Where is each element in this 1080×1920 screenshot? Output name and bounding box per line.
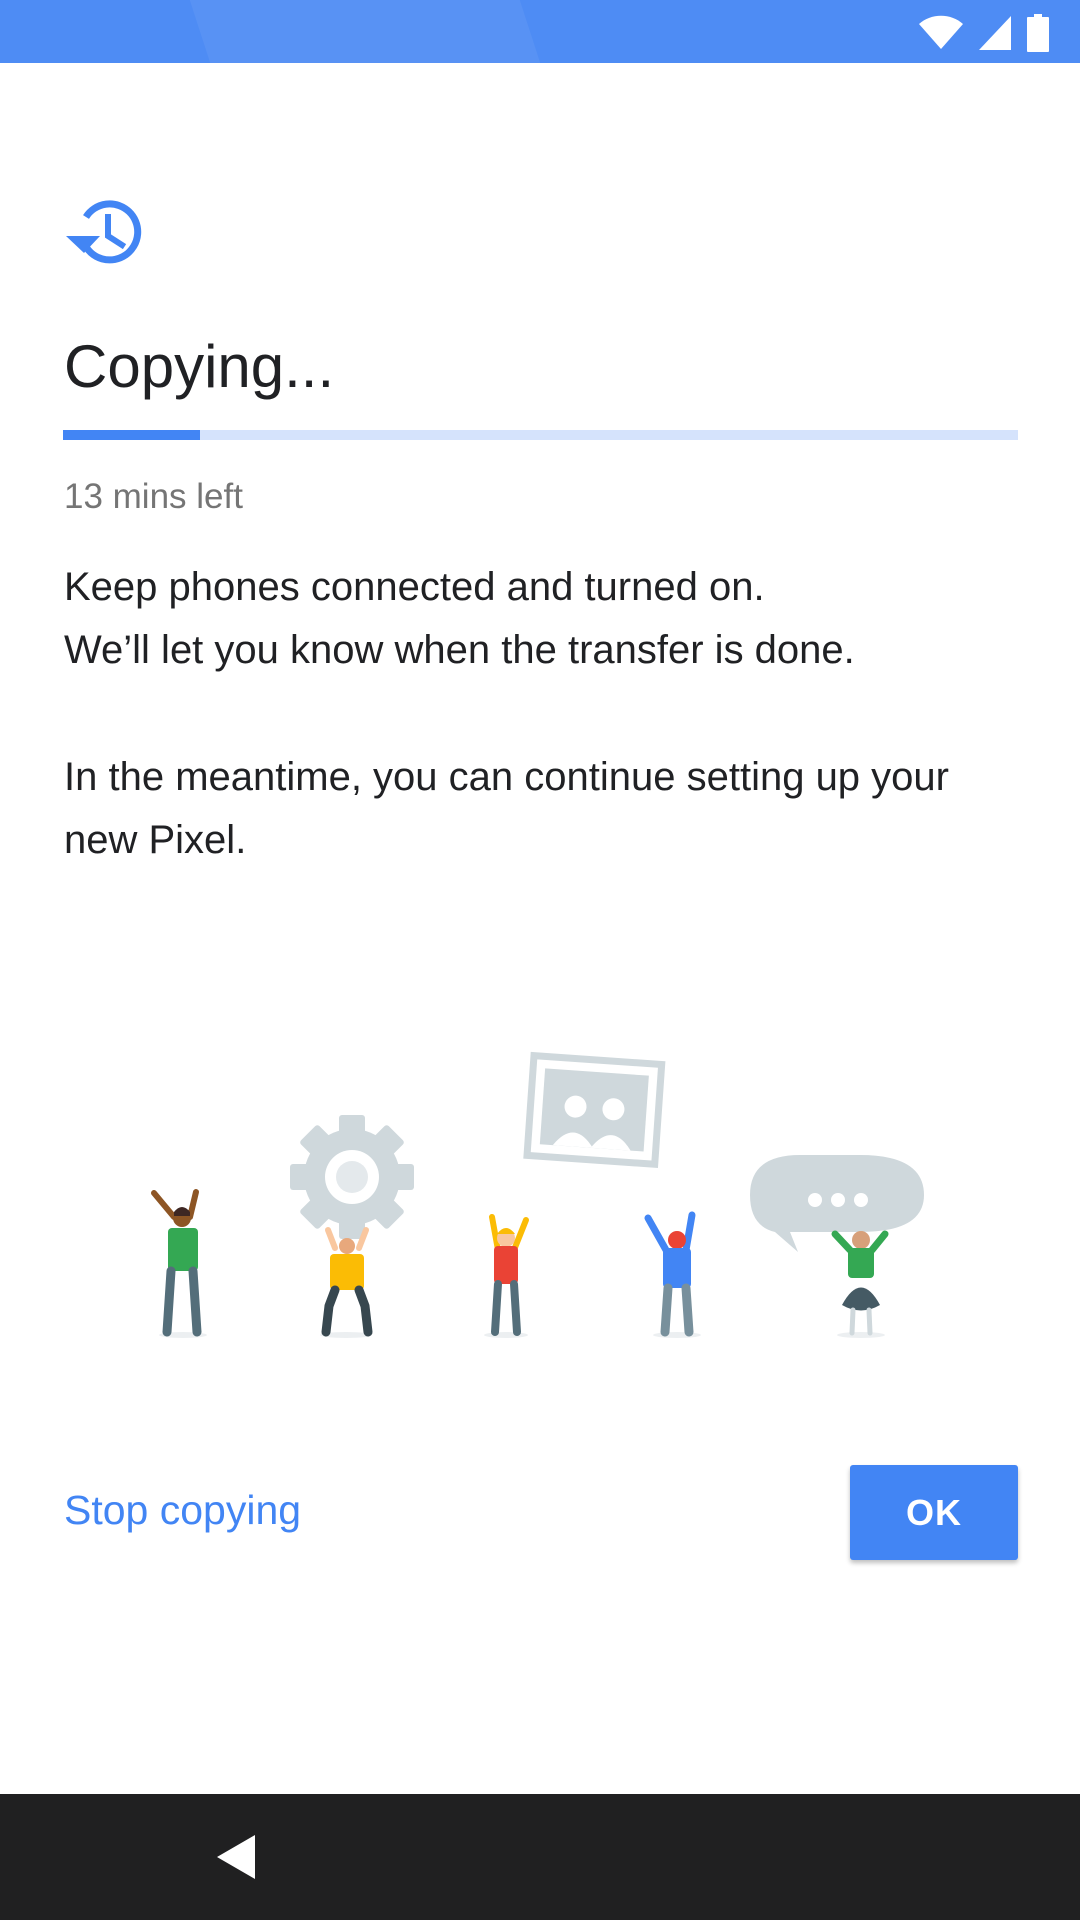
transfer-illustration — [151, 1051, 924, 1338]
person-yellow-icon — [320, 1227, 373, 1338]
photo-icon — [523, 1051, 666, 1169]
signal-icon — [979, 16, 1011, 50]
person-green-skirt-icon — [831, 1230, 889, 1338]
ok-button[interactable]: OK — [850, 1465, 1018, 1560]
status-icons — [918, 14, 1050, 52]
person-blue-icon — [644, 1211, 701, 1338]
progress-bar — [63, 430, 1018, 440]
instructions-line-2: We’ll let you know when the transfer is … — [64, 628, 855, 672]
battery-icon — [1027, 14, 1049, 52]
navigation-bar — [0, 1794, 1080, 1920]
status-bar-decoration — [189, 0, 541, 63]
stop-copying-button[interactable]: Stop copying — [64, 1480, 301, 1540]
meantime-text: In the meantime, you can continue settin… — [64, 755, 949, 862]
time-remaining: 13 mins left — [64, 477, 243, 516]
restore-history-icon — [66, 200, 142, 264]
status-bar — [0, 0, 1080, 63]
wifi-icon — [919, 15, 963, 49]
person-red-icon — [484, 1214, 529, 1338]
progress-fill — [63, 430, 200, 440]
gear-icon — [290, 1115, 414, 1239]
page-title: Copying... — [64, 333, 335, 400]
person-green-icon — [151, 1189, 207, 1338]
back-icon[interactable] — [215, 1834, 259, 1880]
instructions-text: Keep phones connected and turned on. We’… — [64, 556, 1024, 682]
screen: Copying... 13 mins left Keep phones conn… — [0, 0, 1080, 1920]
instructions-line-1: Keep phones connected and turned on. — [64, 565, 765, 609]
